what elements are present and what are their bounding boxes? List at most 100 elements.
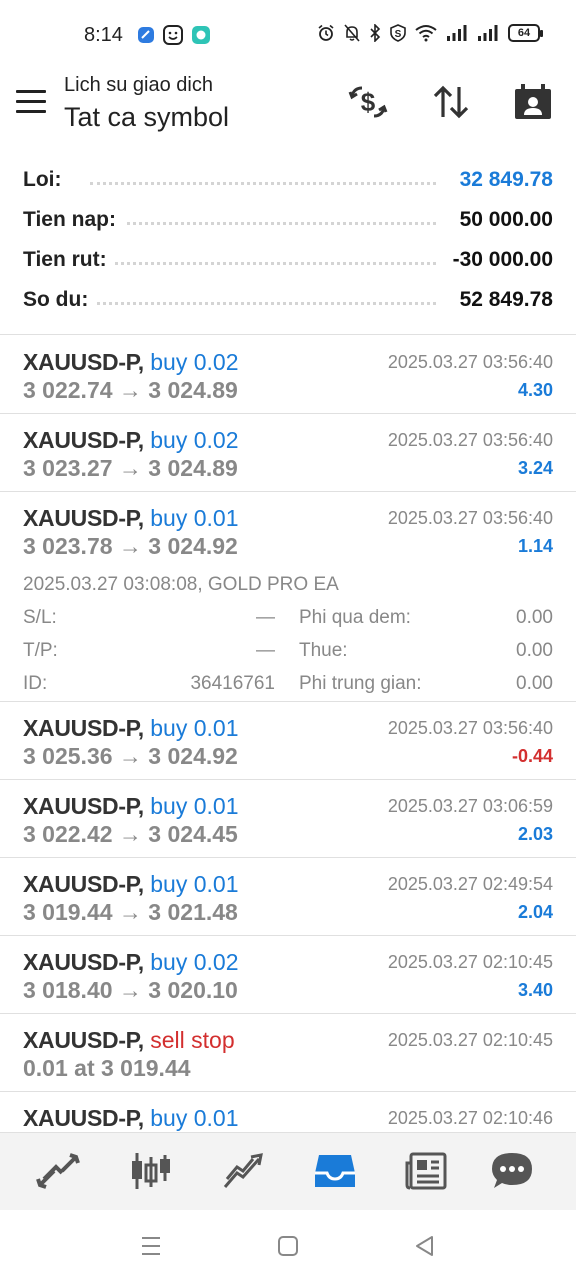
smiley-app-icon (163, 25, 183, 45)
system-navigation (0, 1210, 576, 1280)
trade-type: buy 0.01 (150, 871, 239, 897)
trade-type: sell stop (150, 1027, 235, 1053)
detail-row: ID: 36416761 Phi trung gian: 0.00 (23, 673, 553, 699)
trade-time: 2025.03.27 03:56:40 (387, 352, 553, 372)
trade-symbol: XAUUSD-P, (23, 505, 144, 531)
signal-icon (478, 25, 498, 41)
trade-time: 2025.03.27 02:10:45 (387, 1030, 553, 1050)
trade-symbol: XAUUSD-P, (23, 949, 144, 975)
trade-profit: 4.30 (517, 380, 553, 400)
trade-prices: 3 023.78 → 3 024.92 (23, 533, 238, 559)
summary-label: Tien rut: (23, 248, 115, 272)
history-icon[interactable] (311, 1147, 359, 1195)
svg-text:$: $ (361, 87, 376, 117)
swap-value: 0.00 (516, 607, 553, 628)
commission-label: Phi trung gian: (299, 673, 422, 694)
tp-value: — (256, 640, 275, 661)
trade-symbol: XAUUSD-P, (23, 1105, 144, 1131)
trade-profit: 2.03 (517, 824, 553, 844)
trade-prices: 3 022.42 → 3 024.45 (23, 821, 238, 847)
mute-icon (344, 24, 360, 42)
trade-prices: 3 018.40 → 3 020.10 (23, 977, 238, 1003)
chat-app-icon (191, 25, 211, 45)
chart-icon[interactable] (127, 1147, 175, 1195)
trade-time: 2025.03.27 02:10:45 (387, 952, 553, 972)
summary-panel: Loi: 32 849.78 Tien nap: 50 000.00 Tien … (0, 160, 576, 320)
id-label: ID: (23, 673, 48, 694)
swap-label: Phi qua dem: (299, 607, 411, 628)
trade-icon[interactable] (219, 1147, 267, 1195)
sort-icon[interactable] (431, 82, 471, 122)
commission-value: 0.00 (516, 673, 553, 694)
trade-time: 2025.03.27 03:56:40 (387, 718, 553, 738)
battery-icon: 64 (508, 24, 543, 42)
trade-symbol: XAUUSD-P, (23, 715, 144, 741)
tp-label: T/P: (23, 640, 58, 661)
wifi-icon (415, 25, 437, 42)
app-header: Lich su giao dich Tat ca symbol $ (0, 70, 576, 152)
status-time: 8:14 (84, 24, 123, 46)
summary-label: Tien nap: (23, 208, 124, 232)
menu-icon[interactable] (16, 90, 48, 116)
recents-icon[interactable] (137, 1232, 165, 1260)
calendar-user-icon[interactable] (513, 82, 553, 122)
currency-exchange-icon[interactable]: $ (348, 82, 388, 122)
trade-symbol: XAUUSD-P, (23, 427, 144, 453)
trade-prices: 3 019.44 → 3 021.48 (23, 899, 238, 925)
trade-type: buy 0.02 (150, 427, 239, 453)
trade-profit: 3.24 (517, 458, 553, 478)
trade-time: 2025.03.27 02:49:54 (387, 874, 553, 894)
sl-label: S/L: (23, 607, 57, 628)
trade-row[interactable]: XAUUSD-P, buy 0.01 3 019.44 → 3 021.48 2… (0, 858, 576, 936)
header-title[interactable]: Tat ca symbol (64, 102, 229, 133)
summary-row-withdrawal: Tien rut: -30 000.00 (0, 240, 576, 280)
trade-row[interactable]: XAUUSD-P, buy 0.02 3 023.27 → 3 024.89 2… (0, 414, 576, 492)
dot-leader (90, 302, 436, 305)
sl-value: — (256, 607, 275, 628)
summary-label: Loi: (23, 168, 70, 192)
detail-row: T/P: — Thue: 0.00 (23, 640, 553, 666)
trade-type: buy 0.01 (150, 715, 239, 741)
trade-list: XAUUSD-P, buy 0.02 3 022.74 → 3 024.89 2… (0, 336, 576, 1170)
trade-type: buy 0.01 (150, 793, 239, 819)
order-volume-price: 0.01 at 3 019.44 (23, 1055, 191, 1081)
header-subtitle: Lich su giao dich (64, 74, 213, 96)
status-icons: S 64 (317, 24, 543, 42)
divider (0, 334, 576, 335)
trade-row[interactable]: XAUUSD-P, buy 0.02 3 022.74 → 3 024.89 2… (0, 336, 576, 414)
order-row[interactable]: XAUUSD-P, sell stop 0.01 at 3 019.44 202… (0, 1014, 576, 1092)
bottom-navigation (0, 1132, 576, 1210)
trade-profit: 1.14 (517, 536, 553, 556)
trade-prices: 3 023.27 → 3 024.89 (23, 455, 238, 481)
trade-symbol: XAUUSD-P, (23, 1027, 144, 1053)
tax-label: Thue: (299, 640, 348, 661)
trade-row-expanded[interactable]: XAUUSD-P, buy 0.01 3 023.78 → 3 024.92 2… (0, 492, 576, 702)
messages-icon[interactable] (488, 1147, 536, 1195)
trade-open-info: 2025.03.27 03:08:08, GOLD PRO EA (23, 574, 339, 595)
home-icon[interactable] (274, 1232, 302, 1260)
alarm-icon (318, 24, 334, 41)
trade-time: 2025.03.27 03:56:40 (387, 508, 553, 528)
trade-row[interactable]: XAUUSD-P, buy 0.02 3 018.40 → 3 020.10 2… (0, 936, 576, 1014)
trade-row[interactable]: XAUUSD-P, buy 0.01 3 025.36 → 3 024.92 2… (0, 702, 576, 780)
dot-leader (90, 262, 436, 265)
trade-time: 2025.03.27 02:10:46 (387, 1108, 553, 1128)
trade-row[interactable]: XAUUSD-P, buy 0.01 3 022.42 → 3 024.45 2… (0, 780, 576, 858)
summary-row-deposit: Tien nap: 50 000.00 (0, 200, 576, 240)
news-icon[interactable] (403, 1147, 451, 1195)
summary-label: So du: (23, 288, 97, 312)
signal-icon (447, 25, 467, 41)
trade-type: buy 0.02 (150, 949, 239, 975)
svg-text:S: S (395, 29, 402, 40)
summary-row-balance: So du: 52 849.78 (0, 280, 576, 320)
shield-icon: S (390, 24, 406, 42)
back-icon[interactable] (411, 1232, 439, 1260)
quotes-icon[interactable] (34, 1147, 82, 1195)
summary-value: 50 000.00 (451, 208, 553, 232)
trade-time: 2025.03.27 03:06:59 (387, 796, 553, 816)
trade-profit: -0.44 (511, 746, 553, 766)
trade-type: buy 0.01 (150, 1105, 239, 1131)
trade-profit: 3.40 (517, 980, 553, 1000)
dot-leader (90, 222, 436, 225)
trade-type: buy 0.01 (150, 505, 239, 531)
